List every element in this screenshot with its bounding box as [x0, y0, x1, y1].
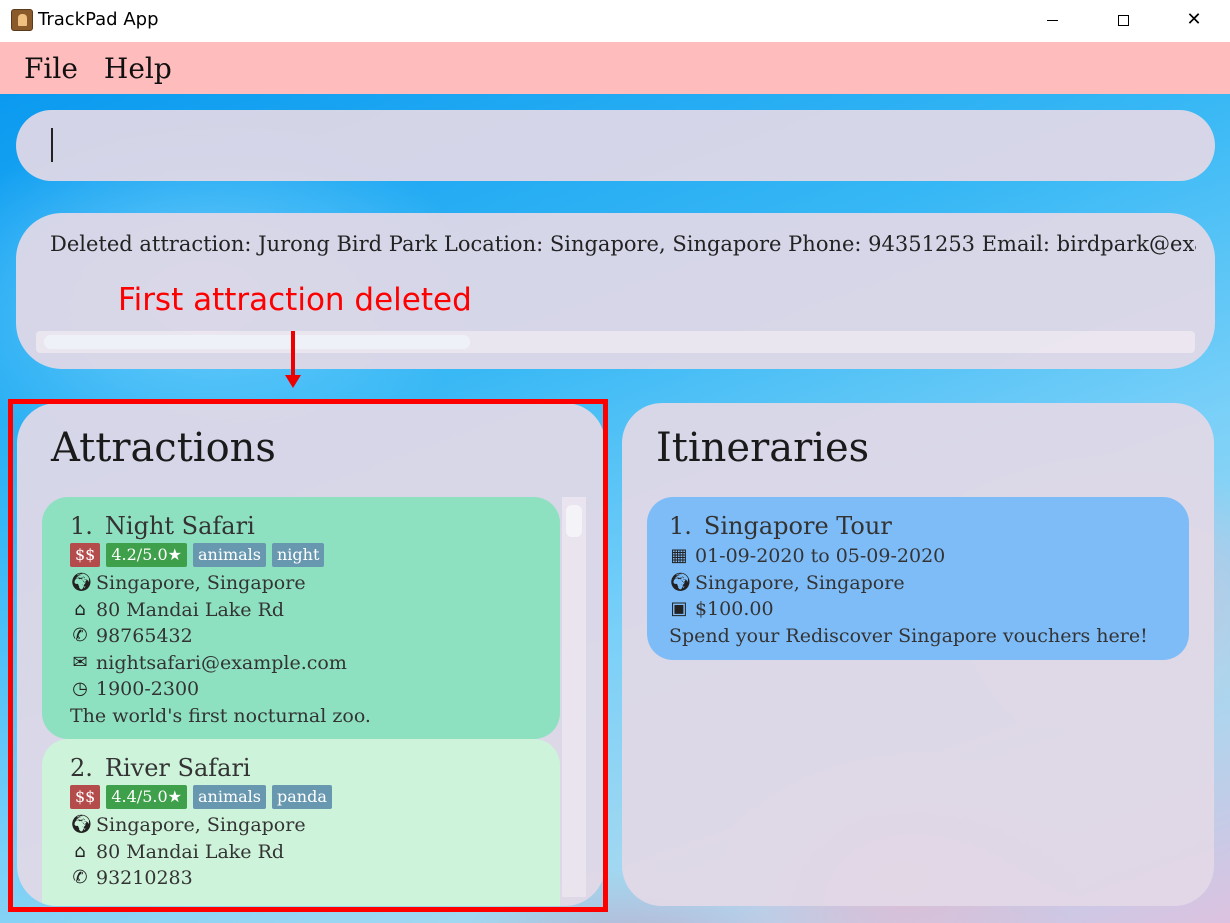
text-caret	[51, 128, 53, 162]
command-input[interactable]	[16, 110, 1215, 181]
calendar-icon: ▦	[670, 545, 688, 567]
window-titlebar: TrackPad App ✕	[0, 0, 1230, 42]
horizontal-scroll-thumb[interactable]	[44, 335, 470, 349]
itinerary-description: Spend your Rediscover Singapore vouchers…	[669, 624, 1148, 647]
money-icon: ▣	[670, 598, 688, 620]
globe-icon: 🌍︎	[669, 571, 692, 593]
itinerary-index: 1.	[669, 512, 692, 540]
menu-help[interactable]: Help	[104, 52, 172, 85]
annotation-label: First attraction deleted	[118, 282, 472, 318]
close-icon: ✕	[1186, 9, 1202, 30]
itinerary-budget: $100.00	[695, 598, 774, 620]
app-icon	[11, 9, 33, 31]
itinerary-card[interactable]: 1. Singapore Tour ▦ 01-09-2020 to 05-09-20…	[647, 497, 1189, 660]
close-button[interactable]: ✕	[1171, 0, 1217, 40]
menu-bar: File Help	[0, 42, 1230, 94]
minimize-icon	[1046, 19, 1058, 21]
itinerary-location: Singapore, Singapore	[695, 571, 905, 594]
horizontal-scrollbar[interactable]	[36, 331, 1195, 353]
annotation-arrow-icon	[285, 331, 301, 388]
menu-file[interactable]: File	[24, 52, 78, 85]
result-text: Deleted attraction: Jurong Bird Park Loc…	[50, 232, 1196, 256]
maximize-icon	[1117, 14, 1129, 26]
itineraries-panel: Itineraries 1. Singapore Tour ▦ 01-09-2020…	[622, 403, 1214, 906]
itineraries-title: Itineraries	[656, 425, 870, 471]
annotation-highlight-box	[8, 399, 608, 912]
itinerary-name: Singapore Tour	[703, 512, 892, 540]
itinerary-dates: 01-09-2020 to 05-09-2020	[695, 545, 946, 567]
window-title: TrackPad App	[38, 9, 159, 30]
minimize-button[interactable]	[1029, 0, 1075, 40]
maximize-button[interactable]	[1100, 0, 1146, 40]
